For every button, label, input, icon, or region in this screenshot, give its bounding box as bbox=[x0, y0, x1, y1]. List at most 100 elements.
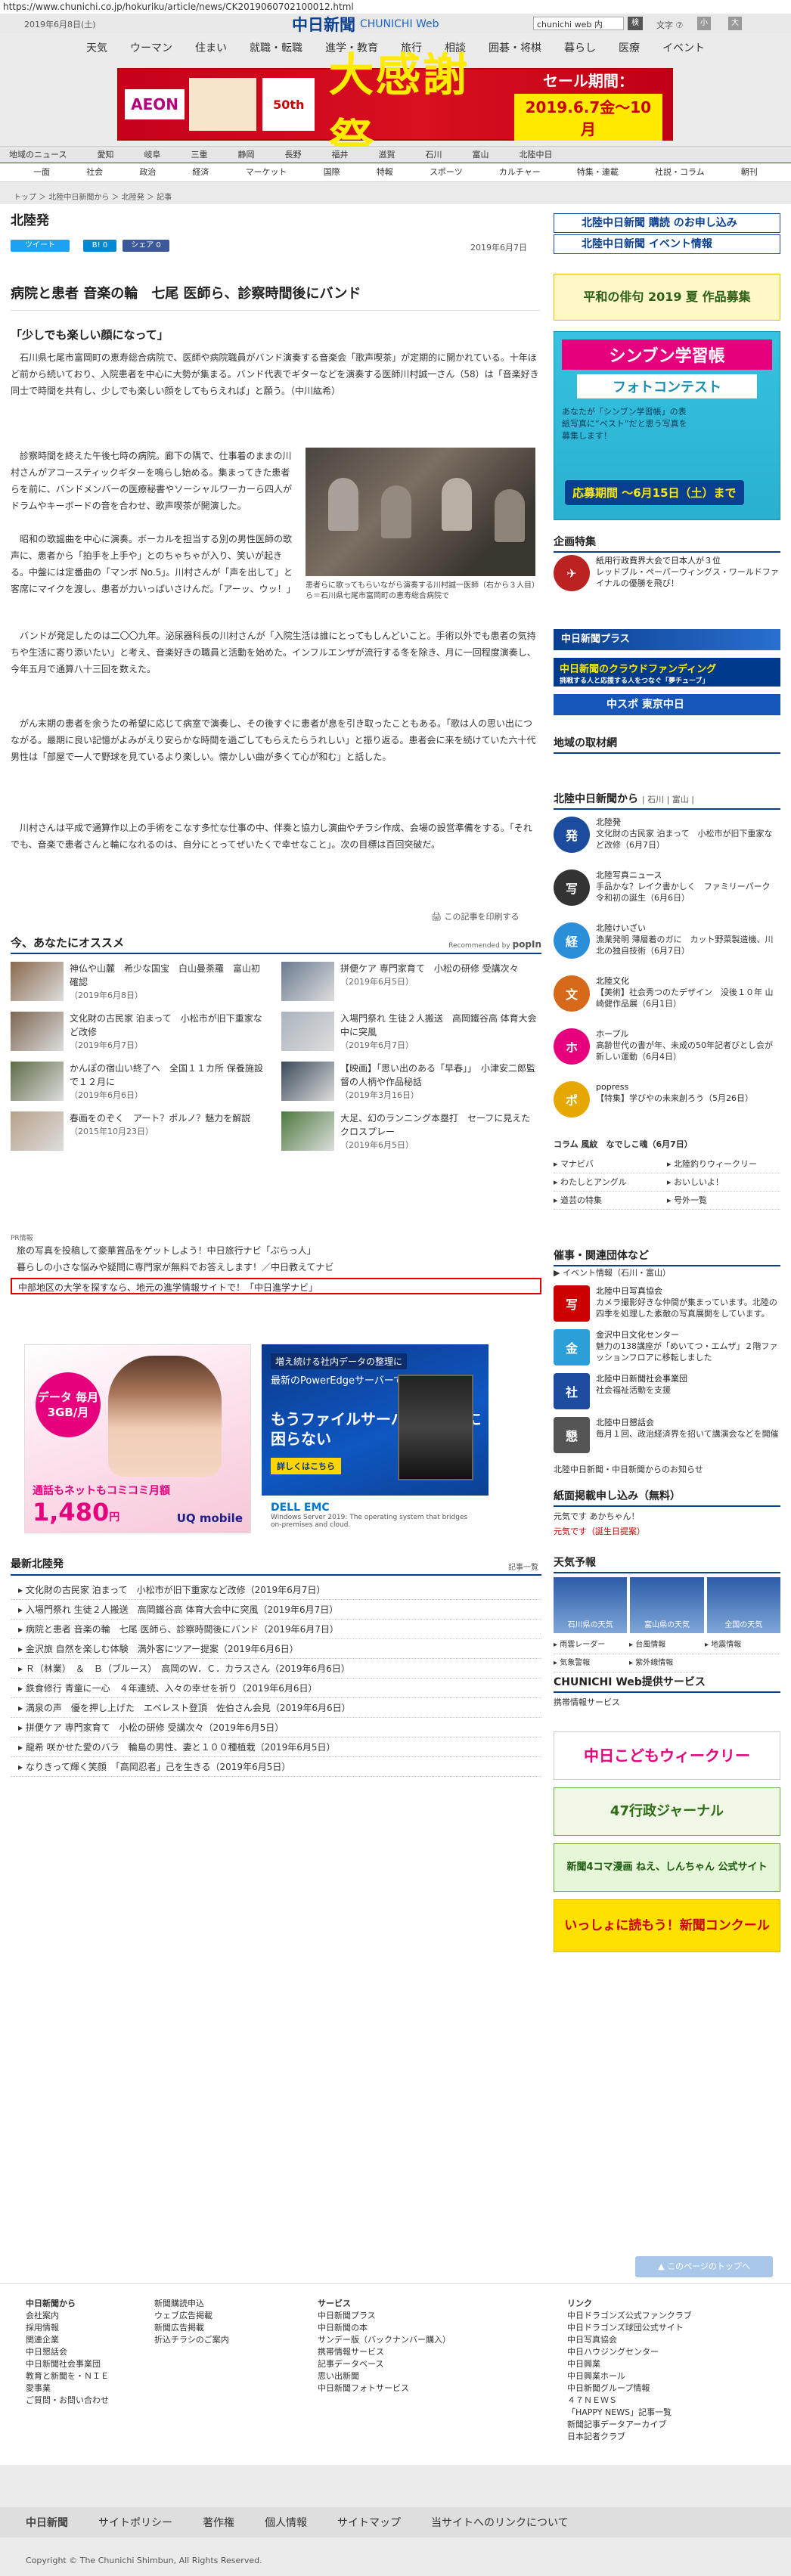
region-nav-item[interactable]: 岐阜 bbox=[144, 147, 160, 163]
gnav-item[interactable]: ウーマン bbox=[130, 33, 172, 64]
region-nav-item[interactable]: 地域のニュース bbox=[9, 147, 67, 163]
kodomo-weekly-banner[interactable]: 中日こどもウィークリー bbox=[554, 1731, 780, 1780]
recommend-item[interactable]: 拼便ケア 専門家育て 小松の研修 受講次々 （2019年6月5日） bbox=[281, 962, 538, 1004]
gnav-item[interactable]: 住まい bbox=[195, 33, 227, 64]
aeon-banner-ad[interactable]: AEON 50th 大感謝祭 セール期間： 2019.6.7金〜10月 bbox=[117, 49, 673, 168]
footer-link[interactable]: 教育と新聞を・ＮＩＥ bbox=[26, 2370, 109, 2382]
footer-link[interactable]: 記事データベース bbox=[318, 2358, 451, 2370]
footer-link[interactable]: 会社案内 bbox=[26, 2310, 109, 2322]
category-nav-item[interactable]: カルチャー bbox=[499, 163, 541, 181]
region-nav-item[interactable]: 三重 bbox=[191, 147, 207, 163]
gnav-item[interactable]: 医療 bbox=[619, 33, 640, 64]
font-big-button[interactable]: 大 bbox=[728, 17, 742, 30]
footer-bar-link[interactable]: サイトマップ bbox=[337, 2515, 401, 2530]
pr-link[interactable]: 旅の写真を投稿して豪華賞品をゲットしよう！中日旅行ナビ「ぶらっ人」 bbox=[11, 1242, 541, 1259]
side-event-item[interactable]: 懇北陸中日懇話会 毎月１回、政治経済界を招いて講演会などを開催 bbox=[554, 1417, 780, 1459]
site-logo[interactable]: 中日新聞 CHUNICHI Web bbox=[292, 15, 439, 34]
footer-link[interactable]: 中日興業ホール bbox=[567, 2370, 692, 2382]
footer-link[interactable]: 思い出新聞 bbox=[318, 2370, 451, 2382]
latest-article-link[interactable]: ▸ なりきって輝く笑顔 「高岡忍者」己を生きる（2019年6月5日） bbox=[11, 1757, 541, 1777]
column-fumon[interactable]: コラム 風紋 なでしこ魂（6月7日） bbox=[554, 1139, 693, 1151]
pr-link[interactable]: 中部地区の大学を探すなら、地元の進学情報サイトで！「中日進学ナビ」 bbox=[11, 1278, 541, 1294]
side-link[interactable]: ▸ 道芸の特集 bbox=[554, 1192, 667, 1210]
tweet-button[interactable]: ツイート bbox=[11, 240, 70, 252]
article-photo[interactable] bbox=[306, 448, 535, 576]
category-nav-item[interactable]: マーケット bbox=[246, 163, 287, 181]
pr-link[interactable]: 暮らしの小さな悩みや疑問に専門家が無料でお答えします！／中日教えてナビ bbox=[11, 1259, 541, 1276]
crowdfunding-banner[interactable]: 中日新聞のクラウドファンディング 挑戦する人と応援する人をつなぐ「夢チューブ」 bbox=[554, 658, 780, 687]
side-news-item[interactable]: ホホープル 高齢世代の書が年、未成の50年記者びとし会が新しい運動（6月4日） bbox=[554, 1028, 780, 1071]
side-link[interactable]: ▸ 号外一覧 bbox=[667, 1192, 780, 1210]
category-nav-item[interactable]: 朝刊 bbox=[741, 163, 758, 181]
region-nav-item[interactable]: 愛知 bbox=[97, 147, 113, 163]
side-link[interactable]: ▸ わたしとアングル bbox=[554, 1173, 667, 1192]
side-link[interactable]: ▸ マナビバ bbox=[554, 1155, 667, 1173]
category-nav-item[interactable]: 国際 bbox=[324, 163, 340, 181]
weather-link[interactable]: ▸ 台風情報 bbox=[629, 1636, 705, 1654]
footer-bar-link[interactable]: 個人情報 bbox=[265, 2515, 307, 2530]
footer-link[interactable]: 関連企業 bbox=[26, 2334, 109, 2346]
yonkoma-banner[interactable]: 新聞4コマ漫画 ねえ、しんちゃん 公式サイト bbox=[554, 1843, 780, 1892]
recommend-item[interactable]: 神仏や山麓 希少な国宝 白山曼荼羅 富山初確認 （2019年6月8日） bbox=[11, 962, 268, 1004]
recommend-item[interactable]: かんぽの宿山い終了へ 全国１１カ所 保養施設で１２月に （2019年6月6日） bbox=[11, 1062, 268, 1104]
footer-link[interactable]: 中日懇話会 bbox=[26, 2346, 109, 2358]
region-nav-item[interactable]: 滋賀 bbox=[378, 147, 395, 163]
category-nav-item[interactable]: 社説・コラム bbox=[655, 163, 705, 181]
event-info-button[interactable]: 北陸中日新聞 イベント情報 bbox=[554, 234, 780, 254]
recommend-item[interactable]: 大足、幻のランニング本塁打 セーフに見えたクロスプレー （2019年6月5日） bbox=[281, 1111, 538, 1154]
gnav-item[interactable]: 天気 bbox=[86, 33, 107, 64]
footer-link[interactable]: 新聞購読申込 bbox=[154, 2298, 229, 2310]
side-news-item[interactable]: ポ popress 【特集】学びやの未来創ろう（5月26日） bbox=[554, 1081, 780, 1124]
subscribe-button[interactable]: 北陸中日新聞 購読 のお申し込み bbox=[554, 213, 780, 233]
footer-link[interactable]: 中日興業 bbox=[567, 2358, 692, 2370]
weather-tile[interactable]: 富山県の天気 bbox=[630, 1577, 704, 1633]
region-nav-item[interactable]: 北陸中日 bbox=[519, 147, 552, 163]
region-nav-item[interactable]: 福井 bbox=[331, 147, 348, 163]
footer-link[interactable]: 「HAPPY NEWS」記事一覧 bbox=[567, 2407, 692, 2419]
footer-link[interactable]: 中日ドラゴンズ球団公式サイト bbox=[567, 2322, 692, 2334]
side-news-item[interactable]: 経北陸けいざい 漁業発明 薄層着のガに カット野菜製造機、川北の独自技術（6月7日… bbox=[554, 922, 780, 965]
footer-link[interactable]: 中日新聞グループ情報 bbox=[567, 2382, 692, 2395]
category-nav-item[interactable]: 政治 bbox=[139, 163, 156, 181]
events-note[interactable]: 北陸中日新聞・中日新聞からのお知らせ bbox=[554, 1464, 703, 1476]
recommend-item[interactable]: 春画をのぞく アート？ポルノ？魅力を解説 （2015年10月23日） bbox=[11, 1111, 268, 1154]
weather-link[interactable]: ▸ 雨雲レーダー bbox=[554, 1636, 629, 1654]
latest-article-link[interactable]: ▸ 入場門祭れ 生徒２人搬送 高岡鐵谷高 体育大会中に突風（2019年6月7日） bbox=[11, 1600, 541, 1620]
footer-link[interactable]: 中日ドラゴンズ公式ファンクラブ bbox=[567, 2310, 692, 2322]
page-top-button[interactable]: ▲ このページのトップへ bbox=[635, 2256, 773, 2277]
recommend-item[interactable]: 【映画】「思い出のある「早春」」 小津安二郎監督の人柄や作品秘話 （2019年3月… bbox=[281, 1062, 538, 1104]
weather-link[interactable]: ▸ 紫外線情報 bbox=[629, 1654, 705, 1672]
nie-contest-banner[interactable]: いっしょに読もう！新聞コンクール bbox=[554, 1899, 780, 1952]
latest-article-link[interactable]: ▸ Ｒ（林業） ＆ Ｂ（ブルース） 高岡のＷ．Ｃ．カラスさん（2019年6月6日… bbox=[11, 1659, 541, 1679]
footer-bar-link[interactable]: 当サイトへのリンクについて bbox=[431, 2515, 569, 2530]
category-nav-item[interactable]: 特集・連載 bbox=[577, 163, 619, 181]
chuspo-banner[interactable]: 中スポ 東京中日 bbox=[554, 694, 780, 715]
gyosei-journal-banner[interactable]: 47行政ジャーナル bbox=[554, 1787, 780, 1836]
uq-mobile-ad[interactable]: データ 毎月3GB/月 通話もネットもコミコミ月額 1,480円 UQ mobil… bbox=[24, 1344, 251, 1533]
dell-server-ad[interactable]: 増え続ける社内データの整理に 最新のPowerEdgeサーバーで、 もうファイル… bbox=[262, 1344, 489, 1533]
footer-link[interactable]: 新聞広告掲載 bbox=[154, 2322, 229, 2334]
footer-link[interactable]: 携帯情報サービス bbox=[318, 2346, 451, 2358]
footer-link[interactable]: サンデー版（バックナンバー購入） bbox=[318, 2334, 451, 2346]
footer-link[interactable]: 中日新聞の本 bbox=[318, 2322, 451, 2334]
side-event-item[interactable]: 写北陸中日写真協会 カメラ撮影好きな仲間が集まっています。北陸の四季を処理した素敵… bbox=[554, 1285, 780, 1328]
side-event-item[interactable]: 社北陸中日新聞社会事業団 社会福祉活動を支援 bbox=[554, 1373, 780, 1415]
latest-article-link[interactable]: ▸ 鉄食修行 青童に一心 ４年連続、入々の幸せを祈り（2019年6月6日） bbox=[11, 1679, 541, 1698]
region-nav-item[interactable]: 富山 bbox=[472, 147, 489, 163]
recommend-item[interactable]: 入場門祭れ 生徒２人搬送 高岡鐵谷高 体育大会中に突風 （2019年6月7日） bbox=[281, 1012, 538, 1054]
latest-article-link[interactable]: ▸ 金沢旅 自然を楽しむ体験 満外客にツアー提案（2019年6月6日） bbox=[11, 1639, 541, 1659]
chunichi-plus-banner[interactable]: 中日新聞プラス bbox=[554, 629, 780, 650]
gnav-item[interactable]: 就職・転職 bbox=[250, 33, 302, 64]
weather-tile[interactable]: 全国の天気 bbox=[706, 1577, 780, 1633]
latest-article-link[interactable]: ▸ 拼便ケア 専門家育て 小松の研修 受講次々（2019年6月5日） bbox=[11, 1718, 541, 1737]
facebook-share-button[interactable]: シェア 0 bbox=[123, 240, 169, 252]
side-event-item[interactable]: 金金沢中日文化センター 魅力の138講座が「めいてつ・エムザ」２階ファッションフロ… bbox=[554, 1329, 780, 1372]
kikaku-item[interactable]: ✈ 紙用行政費界大会で日本人が３位 レッドブル・ペーパーウィングス・ワールドファイ… bbox=[554, 555, 780, 597]
shinbun-photo-contest-banner[interactable]: シンブン学習帳 フォトコンテスト あなたが「シンブン学習帳」の表紙写真に“ベスト… bbox=[554, 331, 780, 520]
search-input[interactable]: chunichi web 内 bbox=[533, 17, 624, 30]
footer-link[interactable]: ４７ＮＥＷＳ bbox=[567, 2395, 692, 2407]
gnav-item[interactable]: 暮らし bbox=[564, 33, 596, 64]
footer-link[interactable]: 中日新聞フォトサービス bbox=[318, 2382, 451, 2395]
side-link[interactable]: ▸ おいしいよ！ bbox=[667, 1173, 780, 1192]
hatena-button[interactable]: B! 0 bbox=[83, 240, 116, 252]
